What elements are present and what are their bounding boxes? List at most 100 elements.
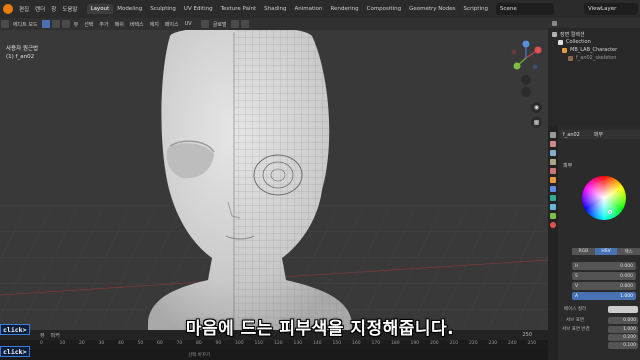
filter-icon[interactable]	[552, 20, 557, 26]
snap-icon[interactable]	[230, 20, 239, 28]
object-name: f_an02	[563, 131, 580, 138]
outliner-row-skeleton[interactable]: f_an02_skeleton	[548, 54, 640, 62]
menu-edit[interactable]: 편집	[16, 5, 32, 13]
outliner-row-collection[interactable]: Collection	[548, 38, 640, 46]
menu-face[interactable]: 페이스	[162, 21, 182, 28]
object-tab-icon[interactable]	[550, 177, 556, 183]
outliner-row-character[interactable]: MB_LAB_Character	[548, 46, 640, 54]
video-subtitle: 마음에 드는 피부색을 지정해줍니다.	[185, 319, 455, 339]
y-axis-icon	[513, 62, 521, 70]
hue-field[interactable]: H 0.000	[572, 262, 636, 270]
timeline-tick-label: 190	[410, 341, 420, 346]
z-axis-icon	[522, 40, 530, 48]
timeline-tick-label: 100	[235, 341, 244, 346]
tab-uv-editing[interactable]: UV Editing	[180, 4, 217, 14]
vertex-select-icon[interactable]	[41, 20, 50, 28]
view-layer-tab-icon[interactable]	[550, 159, 556, 165]
timeline-ruler[interactable]: 0 10 20 30 40 50 60 70 80 90 100 110 120 130 140 150 160…	[0, 340, 548, 350]
active-object-label: (1) f_an02	[6, 54, 35, 60]
material-tab-icon[interactable]	[550, 222, 556, 228]
menu-render[interactable]: 렌더	[32, 5, 48, 13]
navigation-gizmo[interactable]	[506, 36, 546, 98]
tab-sculpting[interactable]: Sculpting	[146, 4, 180, 14]
3d-viewport[interactable]: 사용자 원근법 (1) f_an02 ◉ ▦	[0, 30, 548, 330]
scene-collection-row[interactable]: 장면 컬렉션	[548, 30, 640, 38]
outliner-header	[548, 18, 640, 28]
render-tab-icon[interactable]	[550, 141, 556, 147]
view-layer-selector[interactable]: ViewLayer	[584, 3, 638, 15]
timeline-tick-label: 240	[508, 341, 517, 346]
timeline-tick-label: 60	[157, 341, 163, 346]
tab-rendering[interactable]: Rendering	[327, 4, 363, 14]
menu-help[interactable]: 도움말	[59, 5, 80, 13]
ortho-toggle-icon[interactable]: ▦	[531, 117, 542, 128]
saturation-field[interactable]: S 0.000	[572, 272, 636, 280]
timeline-tick-label: 210	[449, 341, 459, 346]
tab-texture-paint[interactable]: Texture Paint	[217, 4, 261, 14]
blender-logo-icon[interactable]	[3, 4, 13, 14]
outliner-item-label: MB_LAB_Character	[570, 47, 618, 53]
mode-rgb[interactable]: RGB	[572, 248, 595, 255]
mode-selector[interactable]: 에디트 모드	[10, 21, 41, 28]
mode-hex[interactable]: 헥스	[617, 248, 640, 255]
timeline-tick-label: 170	[371, 341, 381, 346]
scene-selector[interactable]: Scene	[496, 3, 554, 15]
timeline-tick-label: 90	[215, 341, 222, 346]
color-picker-cursor[interactable]	[608, 210, 612, 214]
camera-view-icon[interactable]: ◉	[531, 102, 542, 113]
tab-modeling[interactable]: Modeling	[113, 4, 146, 14]
tool-tab-icon[interactable]	[550, 132, 556, 138]
menu-add[interactable]: 추가	[96, 21, 111, 28]
modifier-tab-icon[interactable]	[550, 186, 556, 192]
base-color-swatch[interactable]	[608, 306, 638, 313]
proportional-edit-icon[interactable]	[240, 20, 249, 28]
output-tab-icon[interactable]	[550, 150, 556, 156]
timeline-tick-label: 250	[527, 341, 537, 346]
tab-shading[interactable]: Shading	[260, 4, 290, 14]
constraints-tab-icon[interactable]	[550, 204, 556, 210]
material-name: 피부	[593, 132, 604, 138]
physics-tab-icon[interactable]	[550, 195, 556, 201]
alpha-field[interactable]: A 1.000	[572, 292, 636, 300]
scene-label: Scene	[500, 6, 517, 12]
click-overlay-button[interactable]: click>	[0, 346, 30, 357]
menu-mesh[interactable]: 메쉬	[112, 21, 127, 28]
pan-icon	[521, 87, 531, 97]
menu-view[interactable]: 뷰	[71, 21, 82, 28]
tab-layout[interactable]: Layout	[86, 4, 114, 14]
neg-z-axis-icon	[532, 64, 538, 70]
subsurface-radius-z[interactable]: 0.100	[608, 342, 638, 349]
tab-geometry-nodes[interactable]: Geometry Nodes	[405, 4, 459, 14]
timeline-tick-label: 160	[352, 341, 361, 346]
tab-animation[interactable]: Animation	[290, 4, 326, 14]
base-color-label: 베이스 컬러	[564, 307, 587, 312]
timeline-tick-label: 80	[196, 341, 202, 346]
object-icon	[562, 47, 567, 53]
collection-icon	[552, 31, 557, 37]
scene-tab-icon[interactable]	[550, 168, 556, 174]
menu-select[interactable]: 선택	[81, 21, 96, 28]
tab-compositing[interactable]: Compositing	[363, 4, 405, 14]
data-tab-icon[interactable]	[550, 213, 556, 219]
menu-vertex[interactable]: 버텍스	[127, 21, 147, 28]
scene-collection-label: 장면 컬렉션	[560, 31, 585, 38]
section-header[interactable]: 피부	[563, 162, 572, 169]
timeline-tick-label: 50	[137, 341, 144, 346]
mode-hsv[interactable]: HSV	[594, 248, 618, 255]
viewport-header: 에디트 모드 뷰 선택 추가 메쉬 버텍스 에지 페이스 UV 글로벌	[0, 18, 548, 30]
value-field[interactable]: V 0.800	[572, 282, 636, 290]
armature-icon	[568, 55, 573, 61]
transform-orientation[interactable]: 글로벌	[210, 21, 230, 28]
transform-orientation-icon[interactable]	[200, 20, 209, 28]
face-select-icon[interactable]	[61, 20, 70, 28]
menu-uv[interactable]: UV	[182, 21, 195, 27]
view-layer-label: ViewLayer	[588, 6, 617, 12]
color-wheel[interactable]	[582, 176, 626, 220]
edge-select-icon[interactable]	[51, 20, 60, 28]
menu-edge[interactable]: 에지	[147, 21, 162, 28]
timeline-tick-label: 70	[176, 341, 183, 346]
editor-type-icon[interactable]	[1, 20, 9, 28]
menu-window[interactable]: 창	[48, 5, 59, 13]
neg-x-axis-icon	[511, 49, 517, 55]
tab-scripting[interactable]: Scripting	[460, 4, 492, 14]
